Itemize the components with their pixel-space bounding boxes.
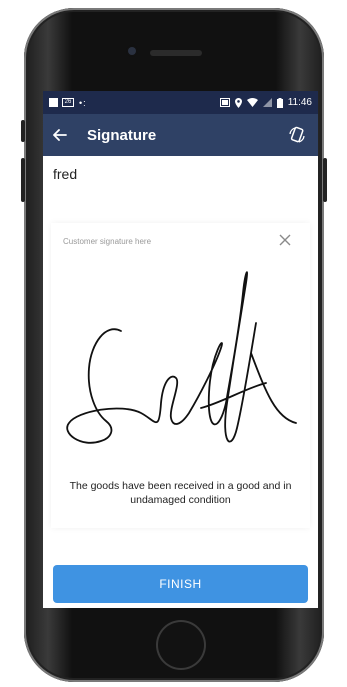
notification-dots: •: [79, 97, 87, 108]
confirmation-text: The goods have been received in a good a… [69, 480, 292, 506]
location-icon [234, 97, 242, 108]
signal-icon [262, 98, 272, 107]
volume-up-button [21, 120, 25, 142]
status-bar: 26 •: 11:46 [43, 91, 318, 114]
arrow-left-icon[interactable] [53, 125, 87, 146]
cast-icon [219, 98, 230, 107]
signature-panel: Customer signature here The goods have b… [51, 223, 310, 528]
wifi-icon [246, 98, 258, 107]
status-icons: 11:46 [219, 97, 312, 108]
notification-square-icon [49, 98, 58, 107]
customer-name: fred [53, 166, 78, 182]
app-bar: Signature [43, 114, 318, 156]
signature-canvas[interactable] [51, 253, 310, 473]
close-icon[interactable] [278, 233, 292, 247]
front-camera [128, 47, 136, 55]
volume-down-button [21, 158, 25, 202]
earpiece-speaker [150, 50, 202, 56]
signature-hint: Customer signature here [63, 237, 152, 246]
page-title: Signature [87, 126, 157, 144]
power-button [323, 158, 327, 202]
app-screen: 26 •: 11:46 Signature fred Customer sign… [43, 91, 318, 608]
status-time: 11:46 [287, 97, 312, 108]
rotate-screen-icon[interactable] [284, 122, 310, 148]
battery-icon [276, 97, 283, 108]
home-button[interactable] [156, 620, 206, 670]
finish-button[interactable]: FINISH [53, 565, 308, 603]
signature-stroke [66, 271, 297, 444]
calendar-icon: 26 [62, 98, 74, 107]
